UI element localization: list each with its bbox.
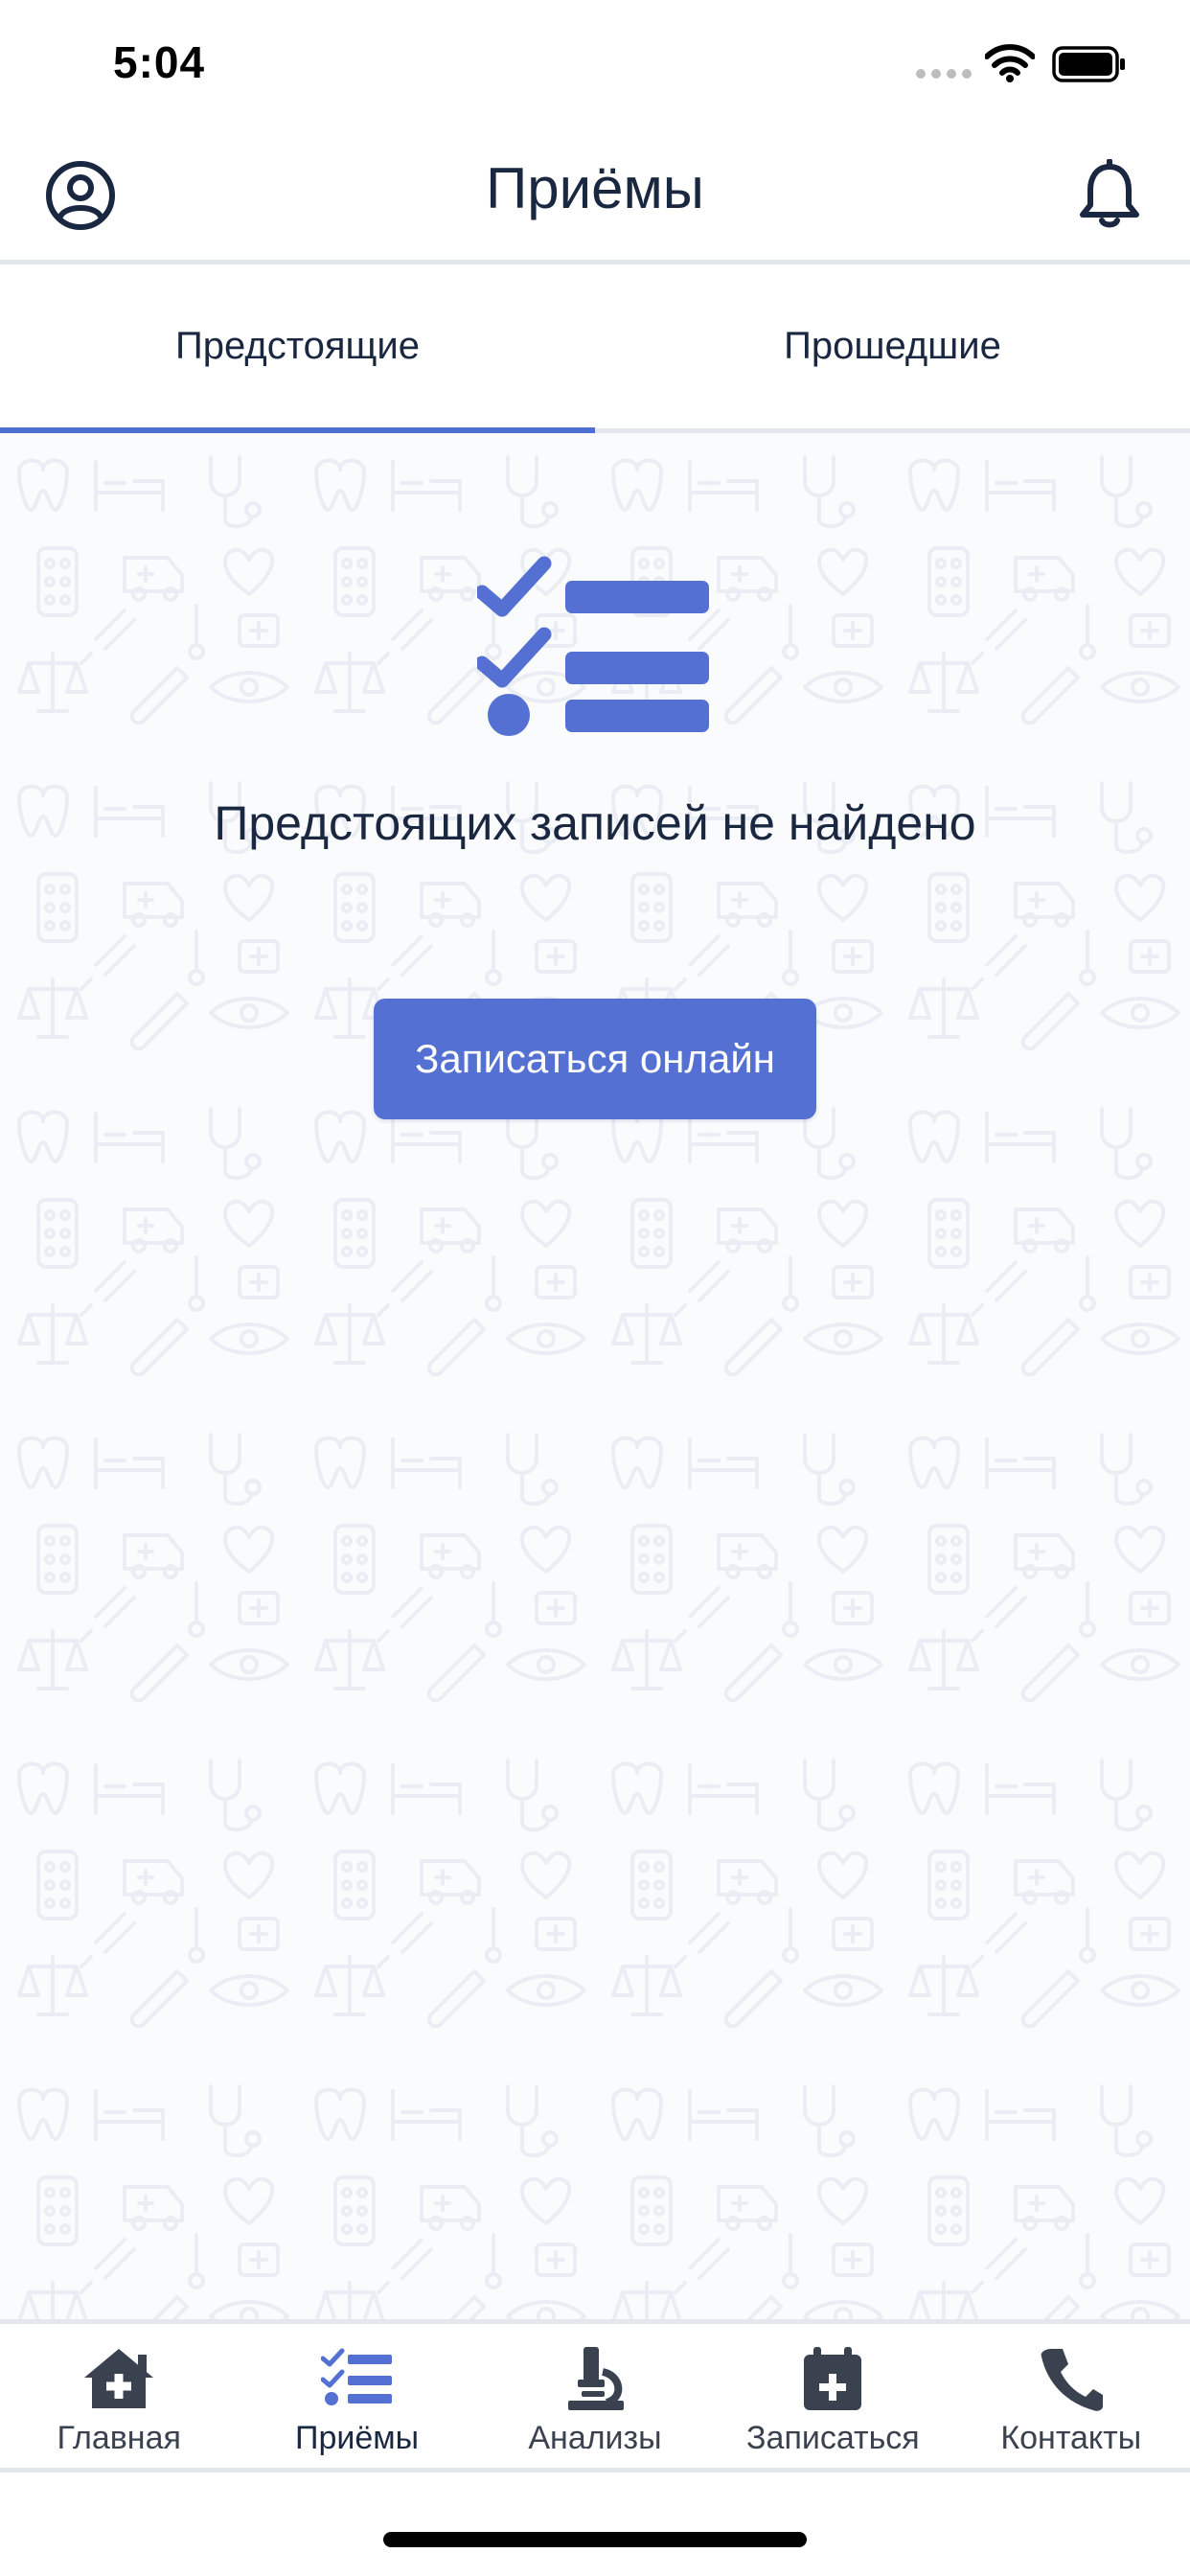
bell-icon[interactable] xyxy=(1073,159,1146,232)
checklist-empty-icon xyxy=(477,556,709,736)
status-bar: 5:04 xyxy=(0,0,1190,126)
nav-label-appointments: Приёмы xyxy=(295,2420,420,2456)
appointments-content: Предстоящих записей не найдено Записатьс… xyxy=(0,433,1190,2319)
nav-label-home: Главная xyxy=(57,2420,181,2456)
checklist-icon xyxy=(320,2348,392,2405)
book-online-button[interactable]: Записаться онлайн xyxy=(374,999,816,1119)
nav-item-appointments[interactable]: Приёмы xyxy=(238,2324,475,2468)
battery-icon xyxy=(1052,46,1125,82)
phone-icon xyxy=(1041,2349,1103,2411)
microscope-icon xyxy=(567,2347,624,2410)
home-indicator[interactable] xyxy=(383,2532,807,2547)
home-medical-icon xyxy=(84,2349,154,2408)
wifi-icon xyxy=(985,44,1035,82)
nav-item-book[interactable]: Записаться xyxy=(714,2324,951,2468)
tab-past[interactable]: Прошедшие xyxy=(595,264,1190,428)
cellular-signal-icon xyxy=(916,69,972,79)
tab-past-label: Прошедшие xyxy=(784,325,1001,367)
tab-upcoming-label: Предстоящие xyxy=(175,325,420,367)
appointments-tabs: Предстоящие Прошедшие xyxy=(0,264,1190,433)
status-time: 5:04 xyxy=(113,37,206,87)
tab-upcoming[interactable]: Предстоящие xyxy=(0,264,595,428)
bottom-navigation: Главная Приёмы Анализы Записаться Контак… xyxy=(0,2319,1190,2472)
empty-state-message: Предстоящих записей не найдено xyxy=(214,796,976,850)
app-header: Приёмы xyxy=(0,126,1190,264)
nav-label-contacts: Контакты xyxy=(1000,2420,1142,2456)
calendar-plus-icon xyxy=(804,2347,862,2410)
nav-item-home[interactable]: Главная xyxy=(0,2324,238,2468)
nav-label-book: Записаться xyxy=(746,2420,920,2456)
nav-label-tests: Анализы xyxy=(528,2420,662,2456)
nav-item-contacts[interactable]: Контакты xyxy=(952,2324,1190,2468)
nav-item-tests[interactable]: Анализы xyxy=(476,2324,714,2468)
page-title: Приёмы xyxy=(486,156,704,220)
book-online-button-label: Записаться онлайн xyxy=(415,1036,775,1081)
